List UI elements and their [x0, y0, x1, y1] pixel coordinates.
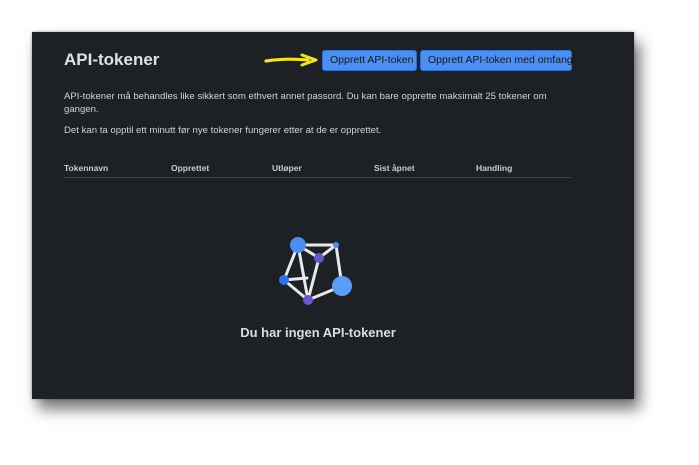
page-title: API-tokener [64, 50, 160, 69]
column-header-created[interactable]: Opprettet [171, 163, 209, 173]
arrow-annotation-icon [264, 53, 318, 67]
column-header-action: Handling [476, 163, 513, 173]
network-graph-icon [279, 237, 352, 305]
column-header-token-name[interactable]: Tokennavn [64, 163, 108, 173]
api-tokens-panel: API-tokener Opprett API-token Opprett AP… [32, 32, 634, 399]
column-header-last-accessed[interactable]: Sist åpnet [374, 163, 415, 173]
column-header-expires[interactable]: Utløper [272, 163, 302, 173]
security-description: API-tokener må behandles like sikkert so… [64, 91, 547, 115]
tokens-table-header: Tokennavn Opprettet Utløper Sist åpnet H… [64, 163, 572, 178]
empty-state-message: Du har ingen API-tokener [240, 325, 396, 340]
activation-delay-note: Det kan ta opptil ett minutt før nye tok… [64, 125, 382, 136]
create-scoped-api-token-button[interactable]: Opprett API-token med omfang [420, 50, 573, 71]
create-api-token-button[interactable]: Opprett API-token [322, 50, 417, 71]
